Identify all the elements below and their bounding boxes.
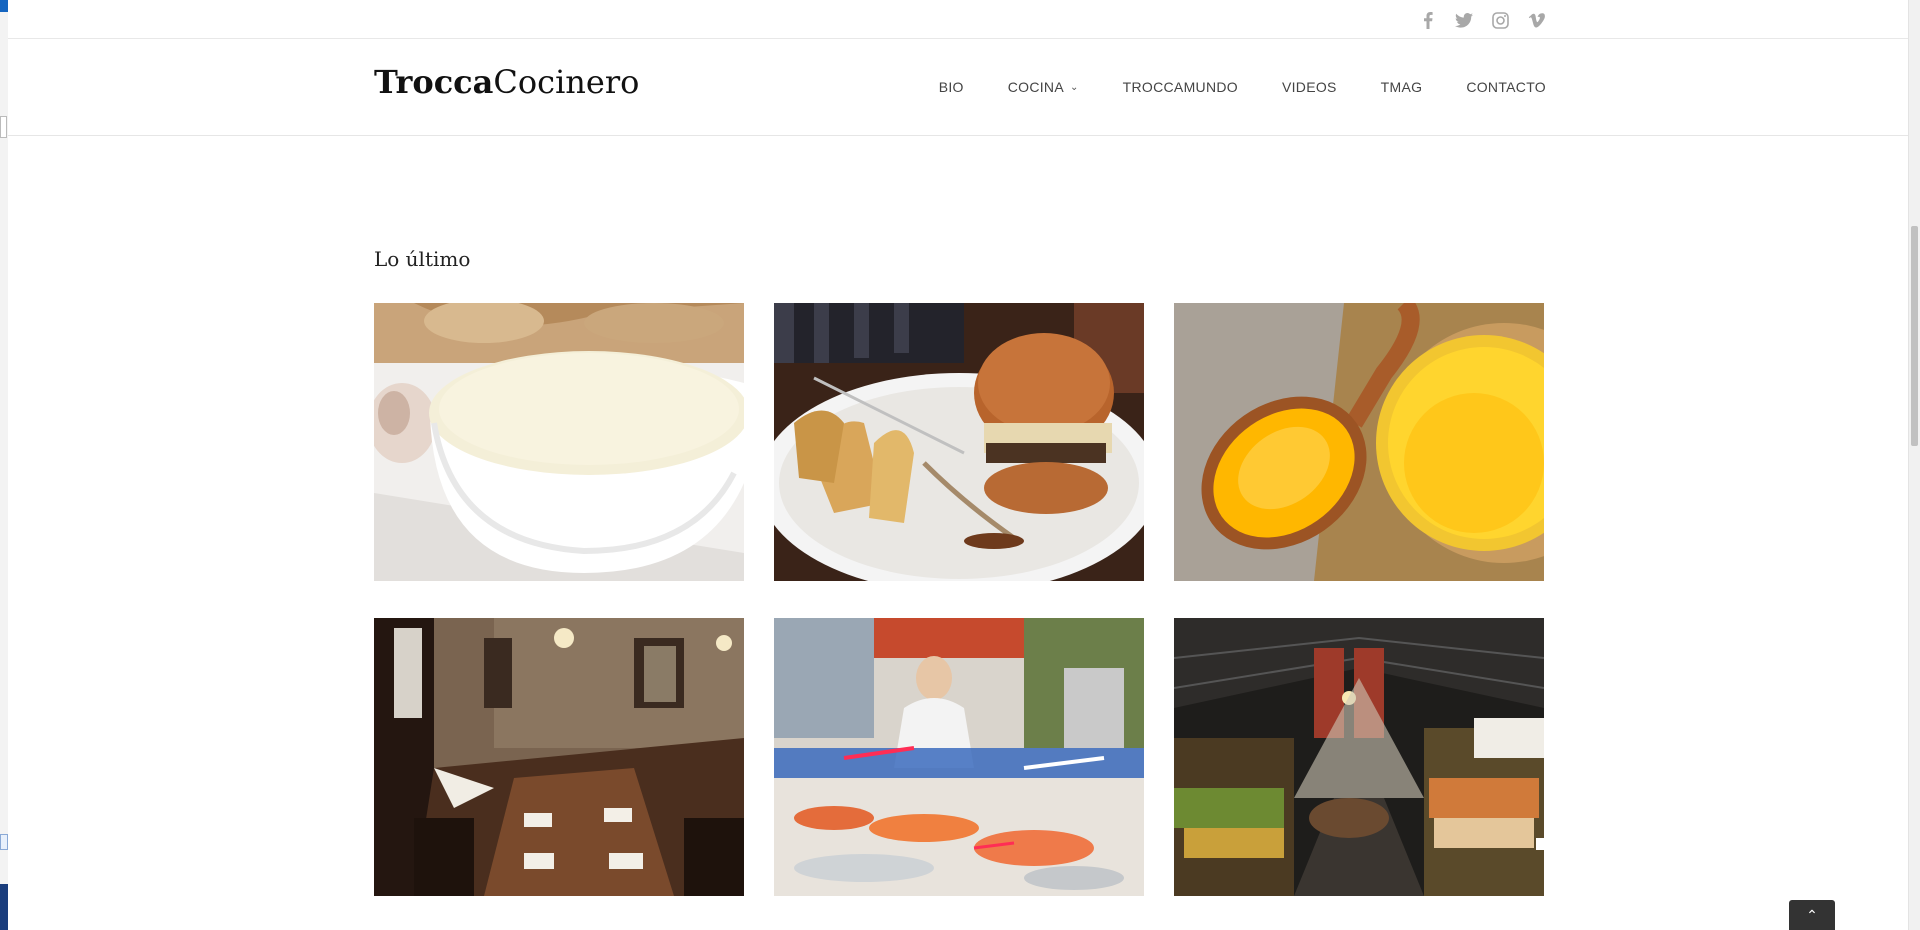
site-header: TroccaCocinero BIO COCINA ⌄ TROCCAMUNDO V… xyxy=(8,39,1909,136)
facebook-icon[interactable] xyxy=(1418,10,1438,30)
site-logo[interactable]: TroccaCocinero xyxy=(374,63,639,101)
nav-item-troccamundo[interactable]: TROCCAMUNDO xyxy=(1123,79,1238,95)
back-to-top-button[interactable]: ⌃ xyxy=(1789,900,1835,930)
chevron-down-icon: ⌄ xyxy=(1069,81,1079,93)
browser-left-edge xyxy=(0,0,8,930)
nav-item-label: TMAG xyxy=(1380,79,1423,95)
edge-tab xyxy=(0,0,8,12)
logo-bold: Trocca xyxy=(374,63,494,101)
nav-item-cocina[interactable]: COCINA ⌄ xyxy=(1008,79,1079,95)
post-image-restaurant-interior[interactable] xyxy=(374,618,744,896)
scrollbar-thumb[interactable] xyxy=(1911,226,1918,446)
post-image-soup-bowl[interactable] xyxy=(374,303,744,581)
instagram-icon[interactable] xyxy=(1490,10,1510,30)
social-links xyxy=(1418,10,1546,30)
post-image-boqueria-market[interactable] xyxy=(1174,618,1544,896)
top-social-bar xyxy=(8,0,1909,39)
nav-item-label: CONTACTO xyxy=(1466,79,1546,95)
nav-item-label: BIO xyxy=(938,79,964,95)
section-title: Lo último xyxy=(374,247,471,271)
post-image-burger[interactable] xyxy=(774,303,1144,581)
vertical-scrollbar[interactable] xyxy=(1908,0,1920,930)
nav-item-contacto[interactable]: CONTACTO xyxy=(1466,79,1546,95)
nav-item-label: VIDEOS xyxy=(1281,79,1337,95)
vimeo-icon[interactable] xyxy=(1526,10,1546,30)
post-image-honey-spoon[interactable] xyxy=(1174,303,1544,581)
nav-item-label: COCINA xyxy=(1007,79,1064,95)
page: TroccaCocinero BIO COCINA ⌄ TROCCAMUNDO V… xyxy=(0,0,1920,930)
edge-widget xyxy=(0,834,8,850)
edge-widget xyxy=(0,116,7,138)
logo-light: Cocinero xyxy=(493,63,640,101)
post-image-fish-market[interactable] xyxy=(774,618,1144,896)
twitter-icon[interactable] xyxy=(1454,10,1474,30)
nav-item-bio[interactable]: BIO xyxy=(939,79,964,95)
nav-item-videos[interactable]: VIDEOS xyxy=(1282,79,1337,95)
chevron-up-icon: ⌃ xyxy=(1806,906,1818,923)
main-nav: BIO COCINA ⌄ TROCCAMUNDO VIDEOS TMAG CONT… xyxy=(939,79,1546,95)
nav-item-label: TROCCAMUNDO xyxy=(1122,79,1238,95)
edge-tab xyxy=(0,884,8,930)
nav-item-tmag[interactable]: TMAG xyxy=(1381,79,1423,95)
